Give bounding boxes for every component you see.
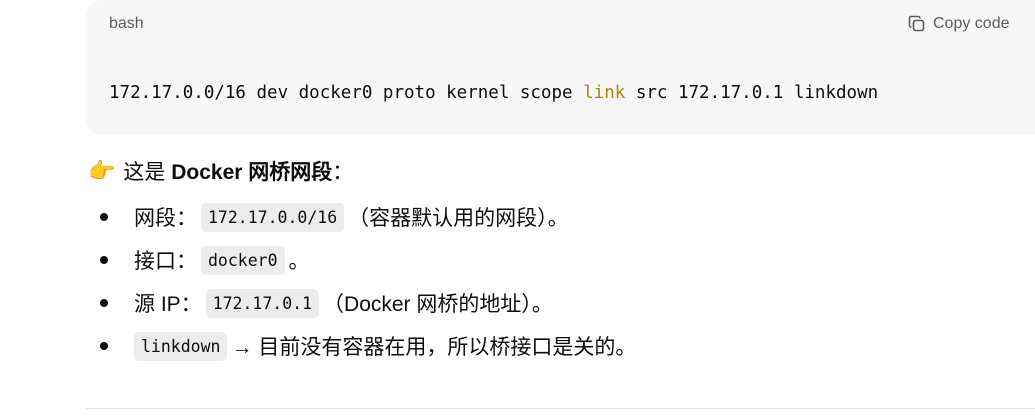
- heading-prefix: 这是: [123, 161, 172, 184]
- inline-code: docker0: [201, 245, 285, 275]
- copy-code-label: Copy code: [933, 15, 1010, 32]
- code-text-2: src 172.17.0.1 linkdown: [625, 83, 879, 103]
- code-block: bash Copy code 172.17.0.0/16 dev docker0…: [86, 0, 1035, 135]
- code-language-label: bash: [109, 15, 144, 32]
- item-text: （容器默认用的网段）。: [348, 207, 569, 230]
- item-text: → 目前没有容器在用，所以桥接口是关的。: [231, 336, 637, 359]
- item-label: 网段：: [134, 207, 197, 230]
- inline-code: 172.17.0.1: [205, 288, 320, 318]
- list-item: 接口： docker0 。: [100, 245, 310, 275]
- inline-code: linkdown: [134, 331, 228, 361]
- code-text-1: 172.17.0.0/16 dev docker0 proto kernel s…: [109, 83, 584, 103]
- heading-bold: Docker 网桥网段: [171, 161, 333, 184]
- item-text: 。: [288, 250, 310, 273]
- section-heading: 👉 这是 Docker 网桥网段：: [88, 156, 353, 186]
- list-item: 网段： 172.17.0.0/16 （容器默认用的网段）。: [100, 202, 569, 232]
- copy-icon: [907, 14, 927, 34]
- pointing-hand-icon: 👉: [88, 158, 116, 183]
- code-line: 172.17.0.0/16 dev docker0 proto kernel s…: [109, 83, 878, 103]
- bullet-icon: [100, 256, 108, 264]
- item-text: （Docker 网桥的地址）。: [323, 293, 553, 316]
- list-item: linkdown → 目前没有容器在用，所以桥接口是关的。: [100, 331, 636, 361]
- inline-code: 172.17.0.0/16: [201, 202, 345, 232]
- heading-suffix: ：: [332, 161, 354, 184]
- copy-code-button[interactable]: Copy code: [907, 14, 1010, 34]
- item-label: 源 IP：: [134, 293, 202, 316]
- bullet-icon: [100, 213, 108, 221]
- item-label: 接口：: [134, 250, 197, 273]
- bullet-icon: [100, 342, 108, 350]
- code-keyword: link: [583, 83, 626, 103]
- divider: [86, 408, 1035, 409]
- bullet-icon: [100, 299, 108, 307]
- list-item: 源 IP： 172.17.0.1 （Docker 网桥的地址）。: [100, 288, 553, 318]
